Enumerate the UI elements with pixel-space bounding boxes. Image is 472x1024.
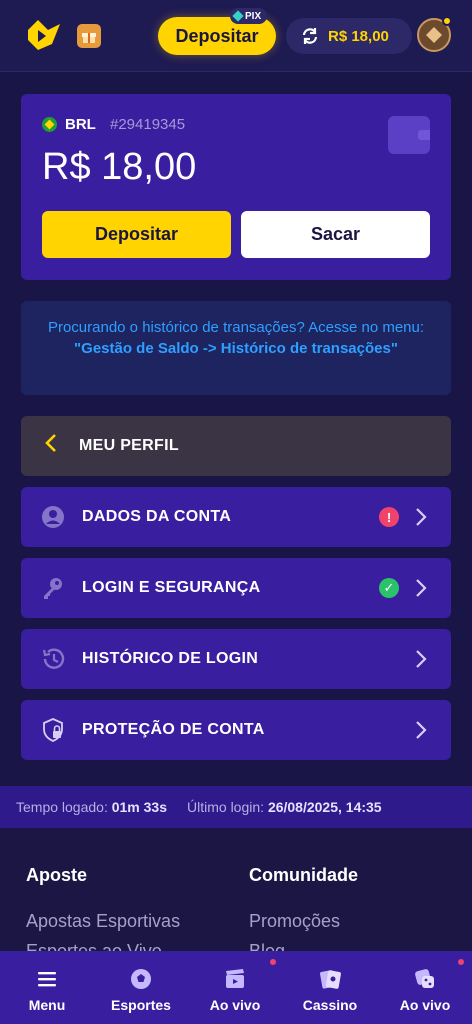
nav-live-dot [270, 959, 276, 965]
footer-link[interactable]: Apostas Esportivas [26, 911, 180, 932]
chevron-left-icon[interactable] [45, 433, 57, 459]
menu-item-account-data[interactable]: DADOS DA CONTA ! [21, 487, 451, 547]
balance-card: BRL #29419345 R$ 18,00 Depositar Sacar [21, 94, 451, 280]
hint-text: Procurando o histórico de transações? Ac… [47, 319, 425, 336]
withdraw-button[interactable]: Sacar [241, 211, 430, 258]
last-login-value: 26/08/2025, 14:35 [267, 799, 382, 815]
account-id: #29419345 [110, 116, 186, 133]
footer-bet-title: Aposte [26, 865, 88, 885]
pix-badge: PIX [230, 8, 268, 24]
header-balance[interactable]: R$ 18,00 [286, 18, 412, 54]
logged-time-value: 01m 33s [111, 799, 168, 815]
balance-amount: R$ 18,00 [42, 146, 197, 188]
pix-icon [232, 10, 244, 22]
pix-label: PIX [245, 10, 262, 22]
cards-icon [320, 970, 341, 989]
nav-casino[interactable]: Cassino [283, 951, 377, 1024]
gift-icon[interactable] [77, 24, 101, 48]
notification-dot [442, 16, 452, 26]
wallet-icon [388, 116, 430, 154]
hint-link[interactable]: "Gestão de Saldo -> Histórico de transaç… [74, 340, 398, 357]
top-header: Depositar PIX R$ 18,00 [0, 0, 472, 72]
chevron-right-icon [416, 721, 427, 739]
currency-code: BRL [65, 116, 96, 133]
nav-label: Ao vivo [399, 997, 451, 1013]
nav-label: Cassino [302, 997, 358, 1013]
dice-icon [415, 969, 434, 988]
brazil-flag-icon [42, 117, 57, 132]
footer-link[interactable]: Esportes ao Vivo [26, 941, 162, 951]
clapper-icon [226, 969, 244, 988]
header-balance-amount: R$ 18,00 [328, 27, 389, 45]
menu-item-label: PROTEÇÃO DE CONTA [82, 721, 265, 738]
chevron-right-icon [416, 508, 427, 526]
last-login-label: Último login: [187, 799, 265, 815]
menu-item-label: HISTÓRICO DE LOGIN [82, 650, 259, 667]
session-info-bar: Tempo logado: 01m 33s Último login: 26/0… [0, 786, 472, 828]
menu-item-label: LOGIN E SEGURANÇA [82, 579, 261, 596]
profile-back-header[interactable]: MEU PERFIL [21, 416, 451, 476]
menu-icon [38, 972, 56, 987]
menu-item-label: DADOS DA CONTA [82, 508, 232, 525]
menu-item-login-security[interactable]: LOGIN E SEGURANÇA ✓ [21, 558, 451, 618]
nav-sports[interactable]: Esportes [94, 951, 188, 1024]
ball-icon [131, 969, 151, 989]
nav-menu[interactable]: Menu [0, 951, 94, 1024]
bottom-nav: Menu Esportes Ao vivo Cassino Ao vivo [0, 951, 472, 1024]
nav-live[interactable]: Ao vivo [188, 951, 282, 1024]
nav-label: Ao vivo [209, 997, 261, 1013]
footer: Aposte Apostas Esportivas Esportes ao Vi… [0, 829, 472, 951]
deposit-button[interactable]: Depositar [42, 211, 231, 258]
menu-item-login-history[interactable]: HISTÓRICO DE LOGIN [21, 629, 451, 689]
shield-lock-icon [43, 718, 63, 742]
footer-link[interactable]: Blog [249, 941, 285, 951]
chevron-right-icon [416, 650, 427, 668]
key-icon [44, 578, 62, 599]
warning-status-icon: ! [379, 507, 399, 527]
refresh-icon[interactable] [300, 26, 320, 46]
footer-link[interactable]: Promoções [249, 911, 340, 932]
user-icon [42, 506, 64, 528]
check-status-icon: ✓ [379, 578, 399, 598]
brand-logo-icon[interactable] [24, 16, 64, 54]
logged-time-label: Tempo logado: [16, 799, 108, 815]
history-icon [42, 648, 65, 669]
menu-item-account-protection[interactable]: PROTEÇÃO DE CONTA [21, 700, 451, 760]
nav-label: Menu [28, 997, 66, 1013]
transaction-history-hint: Procurando o histórico de transações? Ac… [21, 301, 451, 395]
chevron-right-icon [416, 579, 427, 597]
nav-live-casino-dot [458, 959, 464, 965]
footer-community-title: Comunidade [249, 865, 359, 885]
profile-title: MEU PERFIL [79, 437, 179, 454]
nav-label: Esportes [111, 997, 171, 1013]
